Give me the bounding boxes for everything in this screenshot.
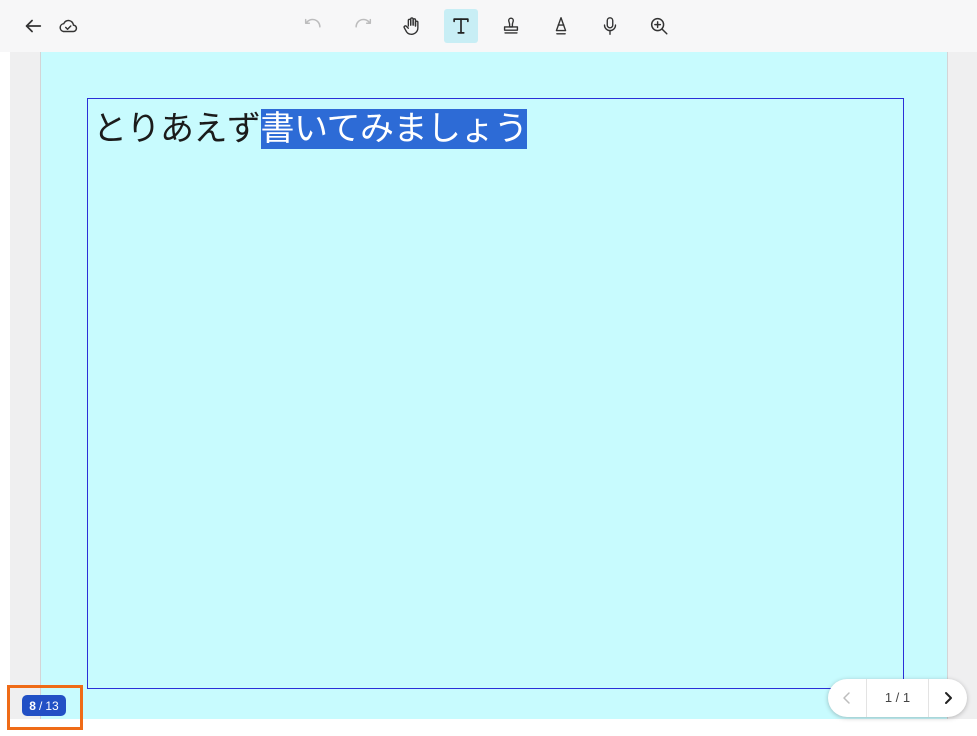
undo-icon (304, 18, 321, 28)
page-separator: / (38, 698, 43, 713)
stamp-icon (503, 17, 519, 34)
redo-icon (355, 18, 372, 28)
text-tool-button[interactable] (444, 9, 478, 43)
cloud-save-button[interactable] (51, 9, 85, 43)
prev-page-button[interactable] (828, 679, 866, 717)
page-counter[interactable]: 8 / 13 (22, 695, 66, 716)
stamp-tool-button[interactable] (494, 9, 528, 43)
text-plain: とりあえず (93, 109, 261, 149)
left-gutter (0, 52, 10, 736)
total-pages: 13 (45, 698, 59, 713)
current-page: 8 (29, 698, 36, 713)
pager: 1 / 1 (828, 679, 967, 717)
hand-tool-button[interactable] (395, 9, 429, 43)
voice-input-button[interactable] (593, 9, 627, 43)
toolbar (0, 0, 977, 52)
hand-icon (403, 17, 419, 35)
back-button[interactable] (16, 9, 50, 43)
pen-tool-button[interactable] (544, 9, 578, 43)
text-content[interactable]: とりあえず書いてみましょう (93, 104, 528, 154)
chevron-right-icon (945, 692, 952, 704)
back-arrow-icon (25, 19, 42, 33)
zoom-in-icon (650, 17, 668, 35)
undo-button[interactable] (296, 9, 330, 43)
text-tool-icon (453, 18, 469, 34)
text-selection: 書いてみましょう (260, 109, 528, 149)
text-box[interactable]: とりあえず書いてみましょう (87, 98, 904, 689)
right-margin (948, 52, 977, 719)
zoom-in-button[interactable] (642, 9, 676, 43)
next-page-button[interactable] (929, 679, 967, 717)
redo-button[interactable] (346, 9, 380, 43)
bottom-strip (0, 719, 977, 736)
left-margin (10, 52, 40, 719)
cloud-save-icon (59, 19, 78, 33)
microphone-icon (603, 17, 617, 35)
pen-tool-icon (555, 17, 567, 35)
chevron-left-icon (843, 692, 850, 704)
pager-label: 1 / 1 (866, 679, 929, 717)
